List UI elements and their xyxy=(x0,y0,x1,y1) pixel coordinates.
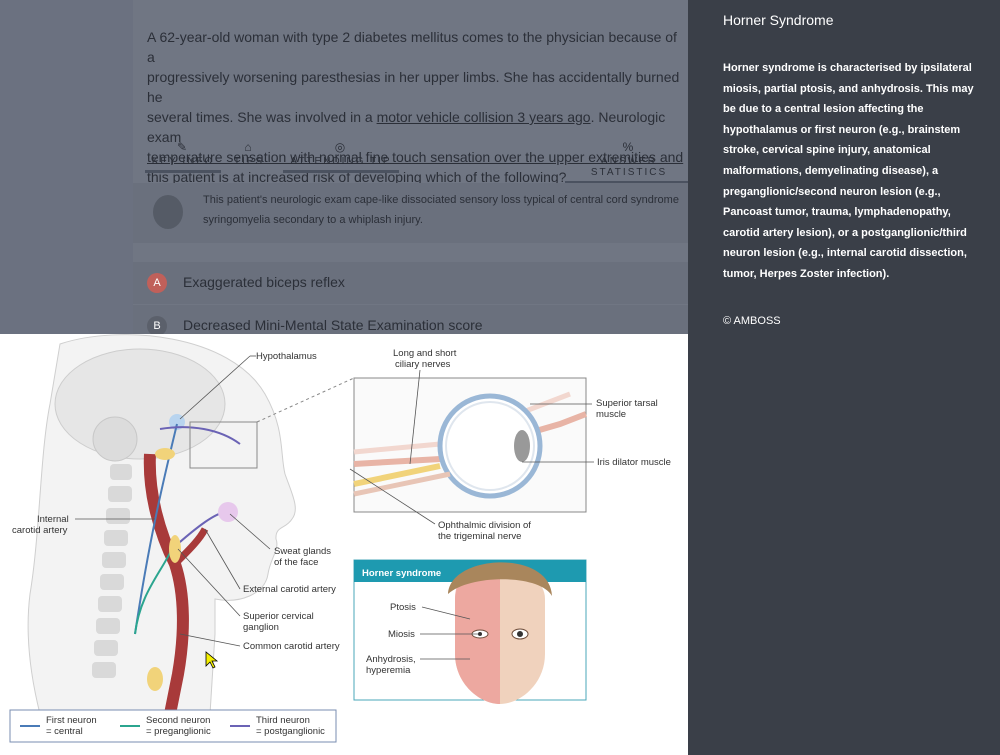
superior-cervical-ganglion-label-1: Superior cervical xyxy=(243,611,314,622)
sweat-glands-label-2: of the face xyxy=(274,557,318,568)
question-line: A 62-year-old woman with type 2 diabetes… xyxy=(147,29,677,65)
answer-option-a[interactable]: A Exaggerated biceps reflex xyxy=(133,262,688,304)
option-label: Decreased Mini-Mental State Examination … xyxy=(183,317,483,333)
tab-label: ANSWER STATISTICS xyxy=(590,156,668,178)
attending-tip-text: This patient's neurologic exam cape-like… xyxy=(203,190,688,230)
superior-tarsal-label-1: Superior tarsal xyxy=(596,398,658,409)
option-letter-badge: B xyxy=(147,316,167,336)
tab-underline xyxy=(283,170,399,173)
question-line: progressively worsening paresthesias in … xyxy=(147,69,680,105)
ophthalmic-label-2: the trigeminal nerve xyxy=(438,531,521,542)
tab-tips[interactable]: ⌂ TIPS xyxy=(229,140,269,167)
highlighted-text-link[interactable]: motor vehicle collision 3 years ago xyxy=(377,109,591,125)
superior-cervical-ganglion xyxy=(169,535,181,563)
miosis-label: Miosis xyxy=(388,629,415,640)
option-letter-badge: A xyxy=(147,273,167,293)
tip-line: This patient's neurologic exam cape-like… xyxy=(203,194,679,206)
tab-attending-tip[interactable]: ◎ ATTENDING TIP xyxy=(283,140,399,173)
pencil-icon: ✎ xyxy=(176,140,190,154)
statistics-icon: % xyxy=(622,140,636,154)
image-caption-panel: Horner Syndrome Horner syndrome is chara… xyxy=(688,0,1000,755)
ophthalmic-label-1: Ophthalmic division of xyxy=(438,520,531,531)
sweat-gland-marker xyxy=(218,502,238,522)
caption-copyright: © AMBOSS xyxy=(723,315,781,327)
superior-tarsal-label-2: muscle xyxy=(596,409,626,420)
option-label: Exaggerated biceps reflex xyxy=(183,274,345,290)
internal-carotid-label-2: carotid artery xyxy=(12,525,68,536)
superior-cervical-ganglion-label-2: ganglion xyxy=(243,622,279,633)
tab-label: TIPS xyxy=(233,156,265,167)
attending-icon: ◎ xyxy=(334,140,348,154)
ciliary-nerves-label-2: ciliary nerves xyxy=(395,359,451,370)
question-text: several times. She was involved in a xyxy=(147,109,377,125)
cerebellum xyxy=(92,416,138,462)
ptosis-label: Ptosis xyxy=(390,602,416,613)
sweat-glands-label-1: Sweat glands xyxy=(274,546,331,557)
tab-label: KEY INFO xyxy=(151,156,215,167)
legend-first-neuron-2: = central xyxy=(46,726,83,737)
legend-second-neuron-2: = preganglionic xyxy=(146,726,211,737)
tab-key-info[interactable]: ✎ KEY INFO xyxy=(145,140,221,173)
brain xyxy=(54,348,226,460)
anhydrosis-label-2: hyperemia xyxy=(366,665,411,676)
horner-syndrome-figure[interactable]: Hypothalamus Long and short ciliary nerv… xyxy=(0,334,688,755)
legend-third-neuron-2: = postganglionic xyxy=(256,726,325,737)
doctor-avatar-icon xyxy=(153,195,183,229)
caption-title: Horner Syndrome xyxy=(723,12,834,28)
legend-second-neuron-1: Second neuron xyxy=(146,715,210,726)
anhydrosis-label-1: Anhydrosis, xyxy=(366,654,416,665)
tab-underline xyxy=(145,170,221,173)
internal-carotid-label-1: Internal xyxy=(37,514,69,525)
external-carotid-label: External carotid artery xyxy=(243,584,336,595)
tab-answer-statistics[interactable]: % ANSWER STATISTICS xyxy=(565,140,688,184)
attending-tip-box: This patient's neurologic exam cape-like… xyxy=(133,183,688,243)
hypothalamus-label: Hypothalamus xyxy=(256,351,317,362)
ciliary-nerves-label-1: Long and short xyxy=(393,348,457,359)
caption-description: Horner syndrome is characterised by ipsi… xyxy=(723,62,974,280)
common-carotid-label: Common carotid artery xyxy=(243,641,340,652)
lightbulb-icon: ⌂ xyxy=(244,140,254,154)
tab-label: ATTENDING TIP xyxy=(290,156,392,167)
horner-panel-title: Horner syndrome xyxy=(362,568,441,579)
question-tabs: ✎ KEY INFO ⌂ TIPS ◎ ATTENDING TIP % ANSW… xyxy=(133,140,688,184)
tip-line: syringomyelia secondary to a whiplash in… xyxy=(203,214,423,226)
legend-first-neuron-1: First neuron xyxy=(46,715,97,726)
iris-dilator-label: Iris dilator muscle xyxy=(597,457,671,468)
legend-third-neuron-1: Third neuron xyxy=(256,715,310,726)
anatomy-illustration: Hypothalamus Long and short ciliary nerv… xyxy=(9,334,671,743)
